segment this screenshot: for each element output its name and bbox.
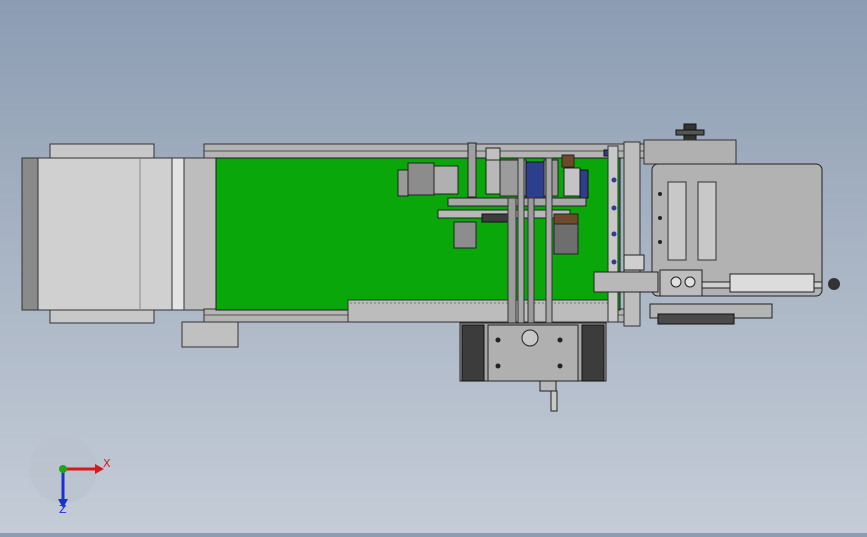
assembly-drawing <box>21 123 840 508</box>
cad-viewport[interactable]: X Z <box>0 0 867 533</box>
triad-z-label: Z <box>59 503 67 516</box>
coordinate-triad <box>29 435 104 508</box>
guide-rail <box>347 299 611 323</box>
chain-column <box>607 141 641 327</box>
triad-x-label: X <box>103 457 111 470</box>
base-frame[interactable] <box>459 322 607 412</box>
tension-knob[interactable] <box>643 123 737 165</box>
